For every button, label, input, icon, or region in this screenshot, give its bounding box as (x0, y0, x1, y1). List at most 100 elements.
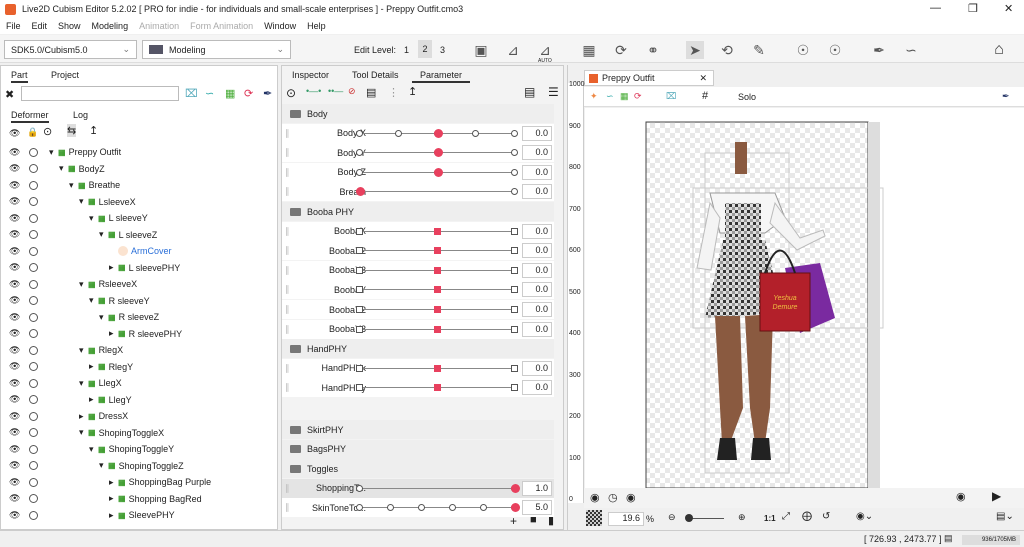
lock-toggle[interactable] (29, 395, 38, 404)
actual-size-button[interactable]: 1:1 (764, 514, 776, 523)
parameter-row[interactable]: ∥ BoobaX3 0.0 (282, 260, 554, 280)
lock-toggle[interactable] (29, 345, 38, 355)
eye-icon[interactable]: 👁 (9, 444, 20, 455)
keyform-marker[interactable] (356, 484, 363, 492)
rotation-icon[interactable]: ⟳ (634, 91, 642, 102)
grid-deformer-icon[interactable]: ▦ (580, 41, 598, 59)
expand-arrow-icon[interactable]: ▾ (69, 180, 75, 191)
eye-icon[interactable]: 👁 (9, 345, 20, 356)
menu-file[interactable]: File (6, 21, 21, 31)
expand-arrow-icon[interactable]: ▾ (79, 345, 85, 356)
maximize-button[interactable]: ❐ (968, 2, 978, 15)
swap-icon[interactable]: ⇆ (67, 124, 77, 137)
layout-icon[interactable]: ▤⌄ (996, 511, 1014, 522)
parameter-value[interactable]: 0.0 (522, 321, 552, 337)
keyform-marker[interactable] (511, 325, 518, 333)
keyform-marker[interactable] (511, 306, 518, 313)
eye-icon[interactable]: 👁 (9, 128, 20, 139)
curve-icon[interactable]: ∽ (205, 87, 214, 100)
lock-toggle[interactable] (29, 510, 38, 520)
curve-icon[interactable]: ∽ (606, 91, 614, 102)
parameter-group[interactable]: SkirtPHY (282, 420, 554, 439)
keyform-marker[interactable] (356, 325, 363, 333)
eye-icon[interactable]: 👁 (9, 229, 20, 240)
lock-toggle[interactable] (29, 312, 38, 322)
slider-knob[interactable] (433, 306, 441, 313)
menu-icon[interactable]: ☰ (548, 85, 559, 99)
rotation-deformer-icon[interactable]: ⟳ (612, 41, 630, 59)
tree-item[interactable]: 👁 ▸ ▦ Shopping BagRed (1, 491, 277, 507)
keyform-marker[interactable] (511, 266, 518, 274)
eye-icon[interactable]: 👁 (9, 312, 20, 323)
tree-item[interactable]: 👁 ▸ ▦ SleevePHY (1, 507, 277, 523)
keyform-marker[interactable] (511, 227, 518, 235)
menu-edit[interactable]: Edit (32, 21, 48, 31)
tree-item[interactable]: 👁 ▸ ▦ RlegY (1, 359, 277, 375)
tree-item[interactable]: 👁 ▾ ▦ L sleeveZ (1, 227, 277, 243)
tab-parameter[interactable]: Parameter (412, 70, 470, 83)
lock-toggle[interactable] (29, 362, 38, 371)
zoom-in-icon[interactable]: ⊕ (738, 512, 746, 523)
bone-icon[interactable]: ✦ (590, 91, 598, 102)
add-key-icon[interactable]: •—• (306, 86, 321, 96)
tree-item[interactable]: 👁 ▸ ▦ L sleevePHY (1, 260, 277, 276)
expand-arrow-icon[interactable]: ▸ (109, 493, 115, 504)
tree-item[interactable]: 👁 ▾ ▦ RsleeveX (1, 276, 277, 292)
eye-icon[interactable]: 👁 (9, 246, 20, 257)
pen-icon[interactable]: ✒ (263, 87, 272, 100)
parameter-row[interactable]: ∥ HandPHYx 0.0 (282, 358, 554, 378)
parameter-row[interactable]: ∥ BoobaY 0.0 (282, 280, 554, 300)
tree-item[interactable]: 👁 ▸ ▦ R sleevePHY (1, 326, 277, 342)
eye-icon[interactable]: 👁 (9, 411, 20, 422)
eye-icon[interactable]: 👁 (9, 295, 20, 306)
select-mesh-icon[interactable]: ⌧ (185, 87, 198, 100)
keyform-marker[interactable] (511, 129, 518, 137)
parameter-value[interactable]: 0.0 (522, 282, 552, 298)
tree-item[interactable]: 👁 ▾ ▦ RlegX (1, 342, 277, 358)
keyform-marker[interactable] (356, 306, 363, 313)
eye-icon[interactable]: 👁 (9, 427, 20, 438)
curve-icon[interactable]: ∽ (902, 41, 920, 59)
glue-icon[interactable]: ⚭ (644, 41, 662, 59)
parameter-value[interactable]: 0.0 (522, 302, 552, 317)
parameter-row[interactable]: ∥ BoobaY2 0.0 (282, 300, 554, 319)
parameter-value[interactable]: 0.0 (522, 262, 552, 278)
lock-toggle[interactable] (29, 411, 38, 421)
expand-arrow-icon[interactable]: ▾ (79, 378, 85, 389)
close-button[interactable]: ✕ (1004, 2, 1013, 15)
lock-toggle[interactable] (29, 329, 38, 338)
parameter-row[interactable]: ∥ Body X 0.0 (282, 123, 554, 143)
keyform-marker[interactable] (356, 168, 363, 176)
tree-item[interactable]: 👁 ▾ ▦ LsleeveX (1, 194, 277, 210)
tree-item[interactable]: 👁 ▾ ▦ ShopingToggleZ (1, 458, 277, 474)
expand-arrow-icon[interactable]: ▾ (79, 196, 85, 207)
edit-level-2[interactable]: 2 (418, 40, 432, 58)
parameter-slider[interactable] (356, 384, 518, 392)
lasso-icon[interactable]: ⟲ (718, 41, 736, 59)
grid-icon[interactable]: ⋮ (388, 86, 399, 99)
keyform-marker[interactable] (356, 364, 363, 372)
eye-icon[interactable]: 👁 (9, 328, 20, 339)
sdk-select[interactable]: SDK5.0/Cubism5.0 ⌄ (4, 40, 137, 59)
arrow-select-icon[interactable]: ➤ (686, 41, 704, 59)
lock-toggle[interactable] (29, 279, 38, 289)
rotation-icon[interactable]: ⟳ (244, 87, 253, 100)
parameter-value[interactable]: 0.0 (522, 184, 552, 200)
keyform-marker[interactable] (356, 129, 363, 137)
expand-arrow-icon[interactable]: ▾ (99, 229, 105, 240)
keyform-marker[interactable] (449, 504, 456, 512)
lock-toggle[interactable] (29, 263, 38, 272)
parameter-slider[interactable] (356, 266, 518, 274)
lock-toggle[interactable] (29, 230, 38, 239)
keyform-marker[interactable] (472, 129, 480, 137)
slider-knob[interactable] (433, 364, 441, 372)
zoom-input[interactable]: 19.6 (608, 512, 644, 526)
auto-mesh-icon[interactable]: ⊿ (536, 41, 554, 59)
lock-toggle[interactable] (29, 147, 38, 157)
parameter-value[interactable]: 0.0 (522, 360, 552, 376)
tree-item[interactable]: 👁 ▾ ▦ ShopingToggleX (1, 425, 277, 441)
tab-preppy-outfit[interactable]: Preppy Outfit ✕ (584, 70, 714, 86)
eye-icon[interactable]: 👁 (9, 147, 20, 158)
lock-toggle[interactable] (29, 213, 38, 223)
eye-icon[interactable]: 👁 (9, 378, 20, 389)
